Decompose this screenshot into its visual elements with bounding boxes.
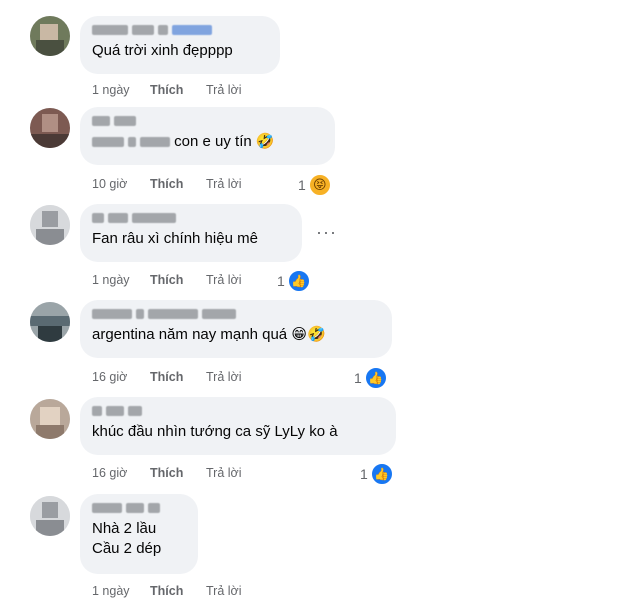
reply-button[interactable]: Trả lời bbox=[206, 177, 266, 191]
avatar[interactable] bbox=[30, 496, 70, 536]
comment-bubble: argentina năm nay mạnh quá 😁🤣 bbox=[80, 300, 392, 358]
reply-button[interactable]: Trả lời bbox=[206, 83, 266, 97]
like-reaction-icon: 👍 bbox=[363, 366, 388, 390]
reaction-count: 1 bbox=[360, 466, 368, 482]
rofl-emoji: 🤣 bbox=[255, 133, 275, 150]
like-reaction-icon: 👍 bbox=[369, 462, 394, 486]
avatar[interactable] bbox=[30, 205, 70, 245]
reply-button[interactable]: Trả lời bbox=[206, 273, 266, 287]
comment-text: Quá trời xinh đẹpppp bbox=[92, 42, 233, 59]
comment-time[interactable]: 1 ngày bbox=[92, 83, 150, 97]
like-button[interactable]: Thích bbox=[150, 466, 206, 480]
comment-time[interactable]: 10 giờ bbox=[92, 177, 150, 191]
comment-text-line-2: Cầu 2 dép bbox=[92, 540, 162, 557]
comment-text: khúc đầu nhìn tướng ca sỹ LyLy ko à bbox=[92, 423, 338, 440]
reaction-count: 1 bbox=[277, 273, 285, 289]
like-button[interactable]: Thích bbox=[150, 273, 206, 287]
comment-text: Fan râu xì chính hiệu mê bbox=[92, 230, 258, 247]
comment-bubble: khúc đầu nhìn tướng ca sỹ LyLy ko à bbox=[80, 397, 396, 455]
reaction-summary[interactable]: 1 👍 bbox=[277, 269, 311, 293]
comment-bubble: Nhà 2 lầu Cầu 2 dép bbox=[80, 494, 198, 574]
avatar[interactable] bbox=[30, 16, 70, 56]
comment-text: argentina năm nay mạnh quá bbox=[92, 326, 288, 343]
reaction-count: 1 bbox=[298, 177, 306, 193]
reply-button[interactable]: Trả lời bbox=[206, 584, 266, 598]
reaction-summary[interactable]: 1 😝 bbox=[298, 173, 332, 197]
comment-bubble: Quá trời xinh đẹpppp bbox=[80, 16, 280, 74]
author-name[interactable] bbox=[92, 502, 186, 514]
reaction-count: 1 bbox=[354, 370, 362, 386]
reaction-summary[interactable]: 1 👍 bbox=[354, 366, 388, 390]
comment-text: con e uy tín bbox=[174, 133, 252, 150]
comment-bubble: con e uy tín 🤣 bbox=[80, 107, 335, 165]
reply-button[interactable]: Trả lời bbox=[206, 466, 266, 480]
comment-time[interactable]: 16 giờ bbox=[92, 466, 150, 480]
author-name[interactable] bbox=[92, 115, 323, 127]
like-button[interactable]: Thích bbox=[150, 584, 206, 598]
comment-text-line-1: Nhà 2 lầu bbox=[92, 520, 157, 537]
author-name[interactable] bbox=[92, 212, 290, 224]
reaction-summary[interactable]: 1 👍 bbox=[360, 462, 394, 486]
author-name[interactable] bbox=[92, 405, 384, 417]
like-reaction-icon: 👍 bbox=[286, 269, 311, 293]
haha-reaction-icon: 😝 bbox=[307, 173, 332, 197]
comment-bubble: Fan râu xì chính hiệu mê bbox=[80, 204, 302, 262]
more-options-icon[interactable]: ··· bbox=[316, 222, 337, 243]
comment-time[interactable]: 16 giờ bbox=[92, 370, 150, 384]
avatar[interactable] bbox=[30, 302, 70, 342]
comment-time[interactable]: 1 ngày bbox=[92, 584, 150, 598]
avatar[interactable] bbox=[30, 108, 70, 148]
like-button[interactable]: Thích bbox=[150, 370, 206, 384]
author-name[interactable] bbox=[92, 308, 380, 320]
reply-button[interactable]: Trả lời bbox=[206, 370, 266, 384]
emoji-group: 😁🤣 bbox=[291, 326, 326, 343]
like-button[interactable]: Thích bbox=[150, 83, 206, 97]
like-button[interactable]: Thích bbox=[150, 177, 206, 191]
avatar[interactable] bbox=[30, 399, 70, 439]
author-name[interactable] bbox=[92, 24, 268, 36]
comment-time[interactable]: 1 ngày bbox=[92, 273, 150, 287]
